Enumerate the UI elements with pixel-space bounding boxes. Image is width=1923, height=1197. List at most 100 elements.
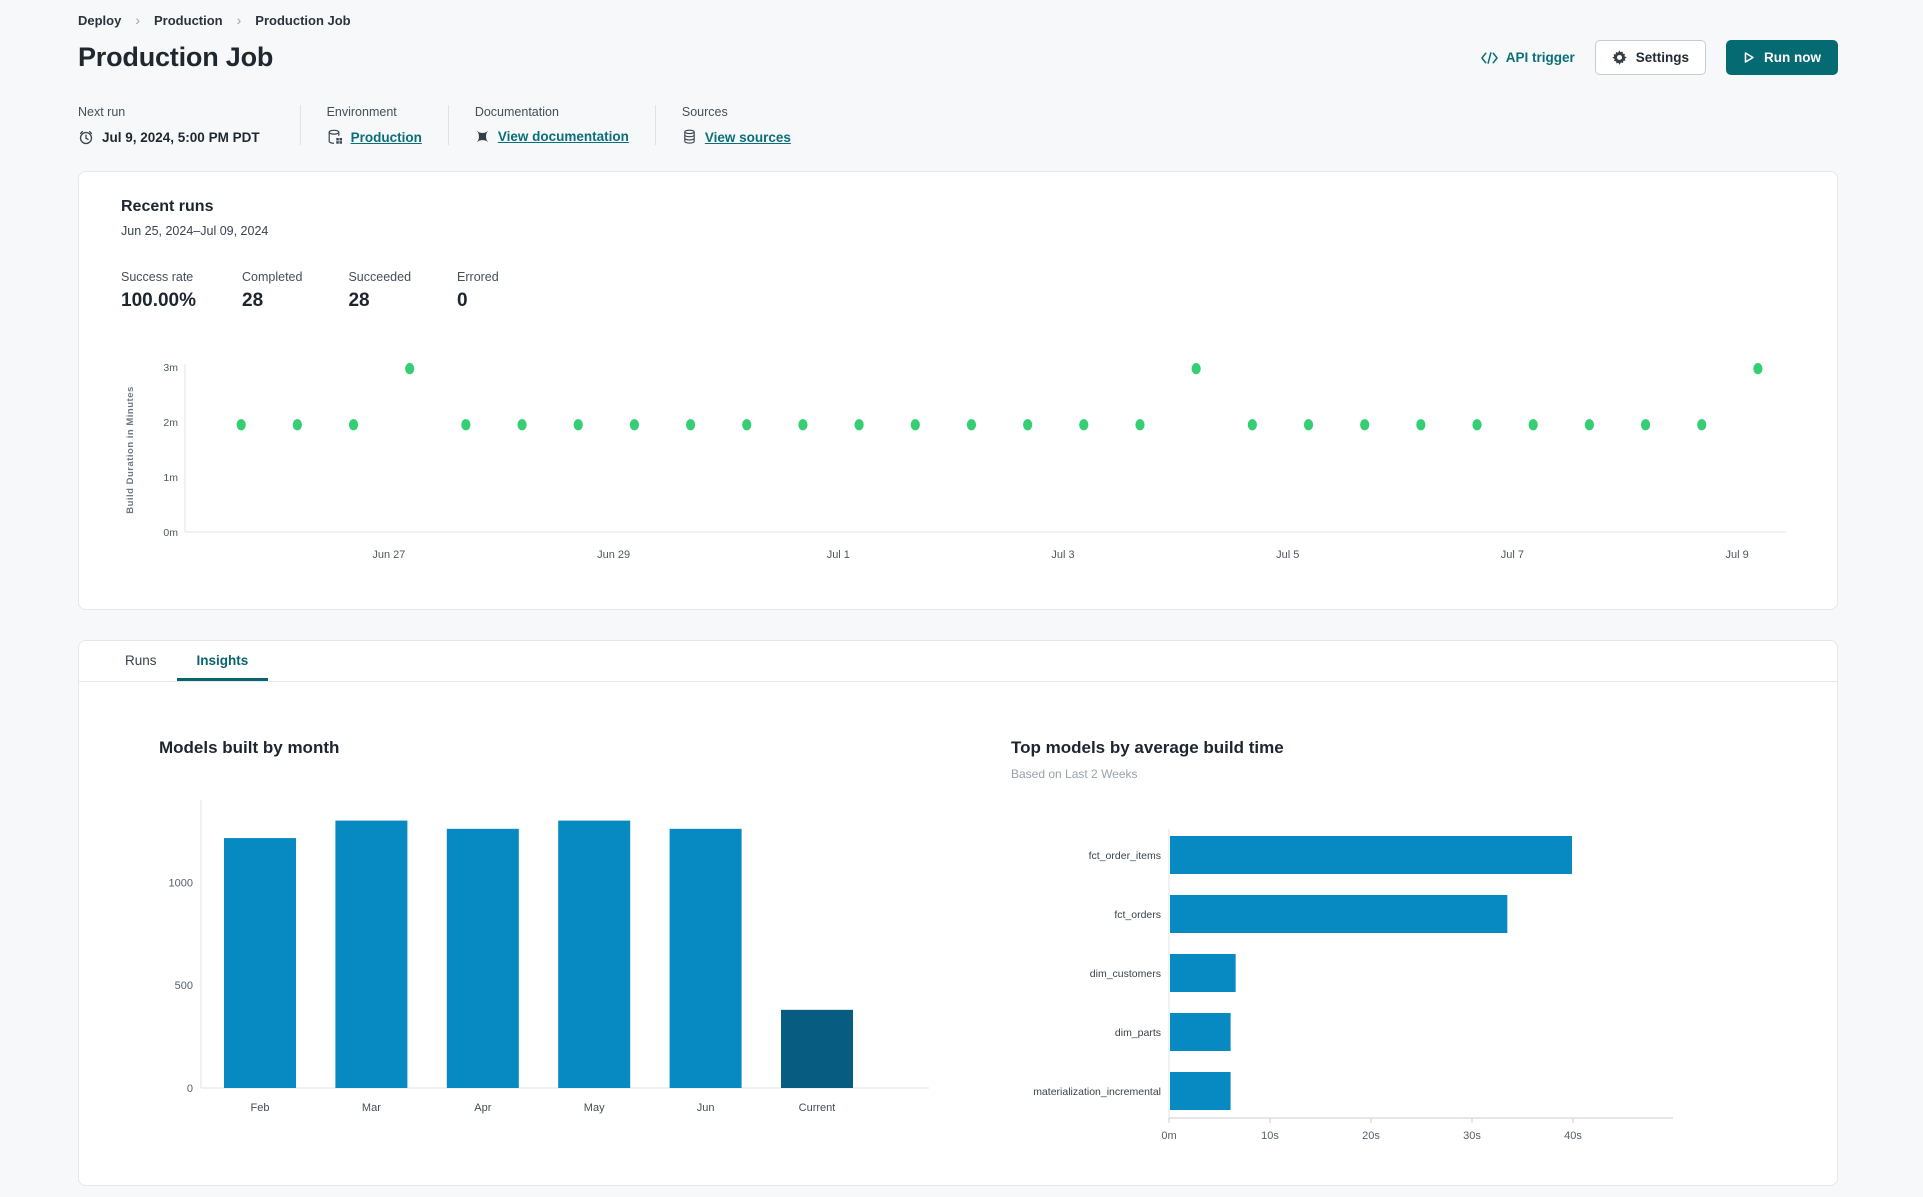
svg-text:3m: 3m (163, 362, 178, 374)
svg-text:dim_parts: dim_parts (1115, 1027, 1161, 1039)
api-trigger-link[interactable]: API trigger (1480, 50, 1575, 65)
database-icon (682, 129, 697, 145)
run-now-label: Run now (1764, 50, 1821, 65)
svg-text:Jul 9: Jul 9 (1726, 549, 1749, 561)
run-duration-point (517, 419, 527, 431)
run-duration-point (1303, 419, 1314, 431)
run-duration-point (1135, 419, 1145, 431)
top-models-title: Top models by average build time (1011, 738, 1284, 757)
insights-card: Runs Insights Models built by month 0 500… (78, 640, 1838, 1186)
svg-text:fct_orders: fct_orders (1114, 909, 1161, 921)
month-bar-apr (446, 828, 519, 1088)
model-bar-materialization_incremental (1170, 1072, 1231, 1110)
clock-icon (78, 129, 94, 145)
run-duration-point (1247, 419, 1257, 431)
recent-runs-card: Recent runs Jun 25, 2024–Jul 09, 2024 Su… (78, 171, 1838, 610)
svg-text:Jun: Jun (697, 1102, 715, 1114)
run-duration-point (798, 419, 808, 431)
next-run-label: Next run (78, 105, 126, 119)
tab-insights[interactable]: Insights (176, 641, 269, 681)
svg-text:Apr: Apr (474, 1102, 491, 1114)
run-now-button[interactable]: Run now (1726, 40, 1838, 75)
month-bar-jun (669, 828, 742, 1088)
build-duration-chart: 0m 1m 2m 3m Jun 27 Jun 29 Jul 1 Jul 3 Jul 5 Jul 7… (125, 362, 1786, 561)
model-bar-fct_orders (1170, 895, 1508, 933)
sources-label: Sources (681, 105, 728, 119)
settings-label: Settings (1635, 50, 1689, 65)
svg-text:Feb: Feb (251, 1102, 270, 1114)
page-header: Production Job API trigger Settings Run … (78, 40, 1838, 75)
svg-text:Jul 7: Jul 7 (1501, 549, 1524, 561)
month-bar-mar (335, 820, 408, 1088)
environment-column: Environment Production (299, 105, 448, 145)
stat-errored: Errored 0 (457, 270, 499, 311)
models-by-month-chart: 0 500 1000 Feb Mar Apr May Jun Current (169, 800, 929, 1114)
svg-text:10s: 10s (1261, 1130, 1279, 1142)
breadcrumb-production[interactable]: Production (154, 13, 223, 28)
month-bar-current (781, 1009, 853, 1088)
next-run-column: Next run Jul 9, 2024, 5:00 PM PDT (78, 105, 300, 145)
recent-runs-date-range: Jun 25, 2024–Jul 09, 2024 (121, 224, 269, 238)
view-sources-link[interactable]: View sources (705, 130, 791, 145)
svg-text:2m: 2m (163, 417, 178, 429)
run-duration-point (1360, 419, 1370, 431)
run-duration-point (629, 419, 640, 431)
breadcrumb: Deploy › Production › Production Job (78, 12, 1838, 28)
breadcrumb-deploy[interactable]: Deploy (78, 13, 121, 28)
run-duration-point (1472, 419, 1482, 431)
code-icon (1480, 51, 1498, 64)
database-gear-icon (327, 129, 343, 145)
svg-text:1m: 1m (163, 472, 178, 484)
stat-succeeded: Succeeded 28 (348, 270, 412, 311)
job-info-bar: Next run Jul 9, 2024, 5:00 PM PDT Enviro… (78, 105, 1838, 145)
documentation-column: Documentation View documentation (447, 105, 655, 145)
svg-text:40s: 40s (1564, 1130, 1582, 1142)
dbt-logo-icon (475, 129, 490, 144)
svg-text:fct_order_items: fct_order_items (1089, 850, 1161, 862)
run-duration-point (685, 419, 696, 431)
svg-text:Jul 1: Jul 1 (827, 549, 850, 561)
run-duration-point (910, 419, 920, 431)
models-by-month-panel: Models built by month 0 500 1000 Feb Mar Apr M… (159, 738, 1011, 1155)
model-bar-fct_order_items (1170, 836, 1572, 874)
svg-text:0m: 0m (1161, 1130, 1176, 1142)
page-title: Production Job (78, 42, 274, 72)
svg-text:20s: 20s (1362, 1130, 1380, 1142)
svg-text:500: 500 (175, 980, 193, 992)
svg-text:Jun 27: Jun 27 (372, 549, 405, 561)
environment-label: Environment (326, 105, 397, 119)
run-duration-point (1191, 363, 1201, 375)
run-duration-point (1528, 419, 1538, 431)
breadcrumb-separator-icon: › (135, 12, 141, 28)
view-documentation-link[interactable]: View documentation (498, 129, 629, 144)
run-duration-point (854, 419, 864, 431)
run-duration-point (348, 419, 359, 431)
run-duration-point (573, 419, 583, 431)
top-models-chart: 0m 10s 20s 30s 40s fct_order_items fct_ordersd… (1033, 829, 1673, 1142)
header-actions: API trigger Settings Run now (1480, 40, 1838, 75)
svg-text:dim_customers: dim_customers (1090, 968, 1161, 980)
run-duration-point (1640, 419, 1651, 431)
breadcrumb-production-job: Production Job (255, 12, 351, 28)
svg-text:Jun 29: Jun 29 (597, 549, 630, 561)
run-duration-point (966, 419, 977, 431)
svg-text:May: May (584, 1102, 605, 1114)
svg-text:30s: 30s (1463, 1130, 1481, 1142)
svg-text:Mar: Mar (362, 1102, 381, 1114)
svg-text:Jul 3: Jul 3 (1051, 549, 1074, 561)
run-duration-point (1584, 419, 1594, 431)
documentation-label: Documentation (474, 105, 559, 119)
svg-text:Jul 5: Jul 5 (1276, 549, 1299, 561)
run-duration-point (1697, 419, 1707, 431)
environment-link[interactable]: Production (351, 130, 422, 145)
insights-charts: Models built by month 0 500 1000 Feb Mar Apr M… (79, 682, 1837, 1165)
run-duration-point (1023, 419, 1033, 431)
month-bar-feb (224, 838, 296, 1088)
run-duration-point (1416, 419, 1426, 431)
model-bar-dim_customers (1170, 954, 1236, 992)
settings-button[interactable]: Settings (1594, 40, 1706, 75)
tab-runs[interactable]: Runs (105, 641, 177, 681)
api-trigger-label: API trigger (1505, 50, 1575, 65)
sources-column: Sources View sources (654, 105, 817, 145)
recent-runs-stats: Success rate 100.00% Completed 28 Succee… (121, 270, 1799, 312)
